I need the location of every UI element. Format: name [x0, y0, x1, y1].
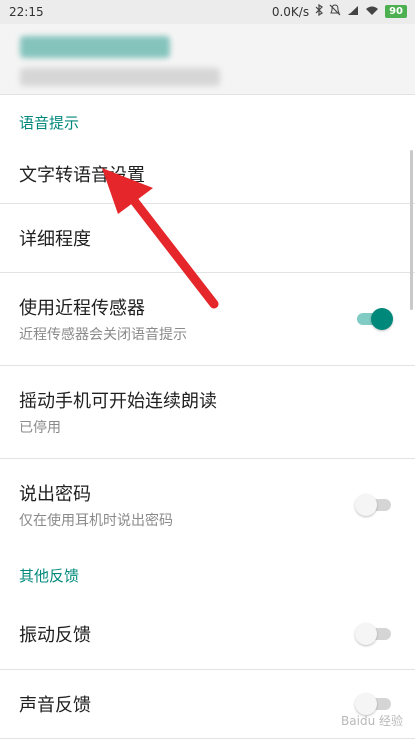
scrollbar[interactable]	[410, 150, 413, 310]
shake-to-read-item[interactable]: 摇动手机可开始连续朗读 已停用	[0, 366, 415, 459]
sound-feedback-toggle[interactable]	[355, 693, 393, 715]
verbosity-item[interactable]: 详细程度	[0, 204, 415, 273]
watermark: Baidu 经验	[341, 714, 403, 728]
mute-icon	[329, 4, 341, 19]
item-title: 详细程度	[19, 229, 91, 250]
proximity-sensor-item[interactable]: 使用近程传感器 近程传感器会关闭语音提示	[0, 273, 415, 366]
header-blurred	[0, 24, 415, 95]
status-time: 22:15	[9, 5, 44, 19]
settings-list: 语音提示 文字转语音设置 详细程度 使用近程传感器 近程传感器会关闭语音提示 摇…	[0, 95, 415, 739]
item-title: 说出密码	[19, 484, 91, 505]
speak-passwords-toggle[interactable]	[355, 494, 393, 516]
vibration-feedback-toggle[interactable]	[355, 623, 393, 645]
toggle-knob	[371, 308, 393, 330]
signal-icon	[347, 5, 359, 19]
section-header-other-feedback: 其他反馈	[19, 566, 80, 585]
proximity-sensor-toggle[interactable]	[355, 308, 393, 330]
item-title: 摇动手机可开始连续朗读	[19, 391, 217, 412]
blurred-title	[20, 36, 170, 58]
item-title: 振动反馈	[19, 625, 91, 646]
wifi-icon	[365, 5, 379, 19]
status-bar: 22:15 0.0K/s 90	[0, 0, 415, 24]
toggle-knob	[355, 623, 377, 645]
item-subtitle: 已停用	[19, 420, 61, 436]
item-title: 文字转语音设置	[19, 164, 145, 186]
item-title: 使用近程传感器	[19, 298, 145, 319]
section-header-voice-prompt: 语音提示	[19, 114, 80, 132]
blurred-subtitle	[20, 68, 220, 86]
network-speed: 0.0K/s	[271, 4, 310, 19]
toggle-knob	[355, 494, 377, 516]
item-subtitle: 近程传感器会关闭语音提示	[19, 327, 187, 343]
battery-indicator: 90	[385, 5, 407, 18]
speak-passwords-item[interactable]: 说出密码 仅在使用耳机时说出密码	[0, 459, 415, 551]
item-title: 声音反馈	[19, 695, 91, 716]
text-to-speech-settings-item[interactable]: 文字转语音设置	[0, 150, 415, 204]
bluetooth-icon	[315, 3, 324, 19]
vibration-feedback-item[interactable]: 振动反馈	[0, 599, 415, 670]
status-icons: 0.0K/s 90	[271, 3, 407, 19]
item-subtitle: 仅在使用耳机时说出密码	[19, 513, 173, 529]
